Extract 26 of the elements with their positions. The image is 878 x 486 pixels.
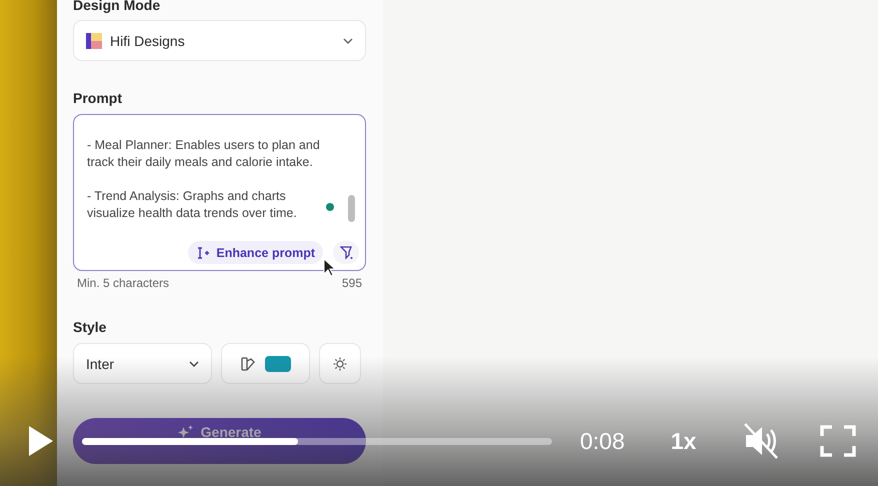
sun-icon <box>333 356 347 370</box>
mouse-pointer-icon <box>323 258 337 278</box>
section-label: Prompt <box>73 89 123 107</box>
section-label: Design Mode <box>73 0 162 14</box>
funnel-icon <box>340 246 352 260</box>
text-cursor-sparkle-icon <box>196 246 210 260</box>
palette-icon <box>240 356 254 370</box>
status-dot-icon <box>326 203 334 211</box>
hint-text: Min. 5 characters <box>77 276 170 290</box>
enhance-prompt-button[interactable]: Enhance prompt <box>188 241 323 264</box>
muted-speaker-button[interactable] <box>742 423 780 459</box>
font-select[interactable]: Inter <box>73 343 212 384</box>
chevron-down-icon <box>189 360 199 366</box>
color-picker-button[interactable] <box>221 343 310 384</box>
design-mode-select[interactable]: Hifi Designs <box>73 20 366 61</box>
chevron-down-icon <box>343 38 353 44</box>
sparkle-icon <box>178 425 193 438</box>
scrollbar[interactable] <box>348 195 355 222</box>
character-count: 595 <box>342 276 362 290</box>
section-label: Style <box>73 318 108 336</box>
funnel-button[interactable] <box>333 241 359 264</box>
progress-bar[interactable] <box>82 438 552 444</box>
theme-button[interactable] <box>319 343 361 384</box>
time-display: 0:08 <box>580 428 625 454</box>
layout-icon <box>86 32 102 48</box>
fullscreen-button[interactable] <box>820 425 856 457</box>
